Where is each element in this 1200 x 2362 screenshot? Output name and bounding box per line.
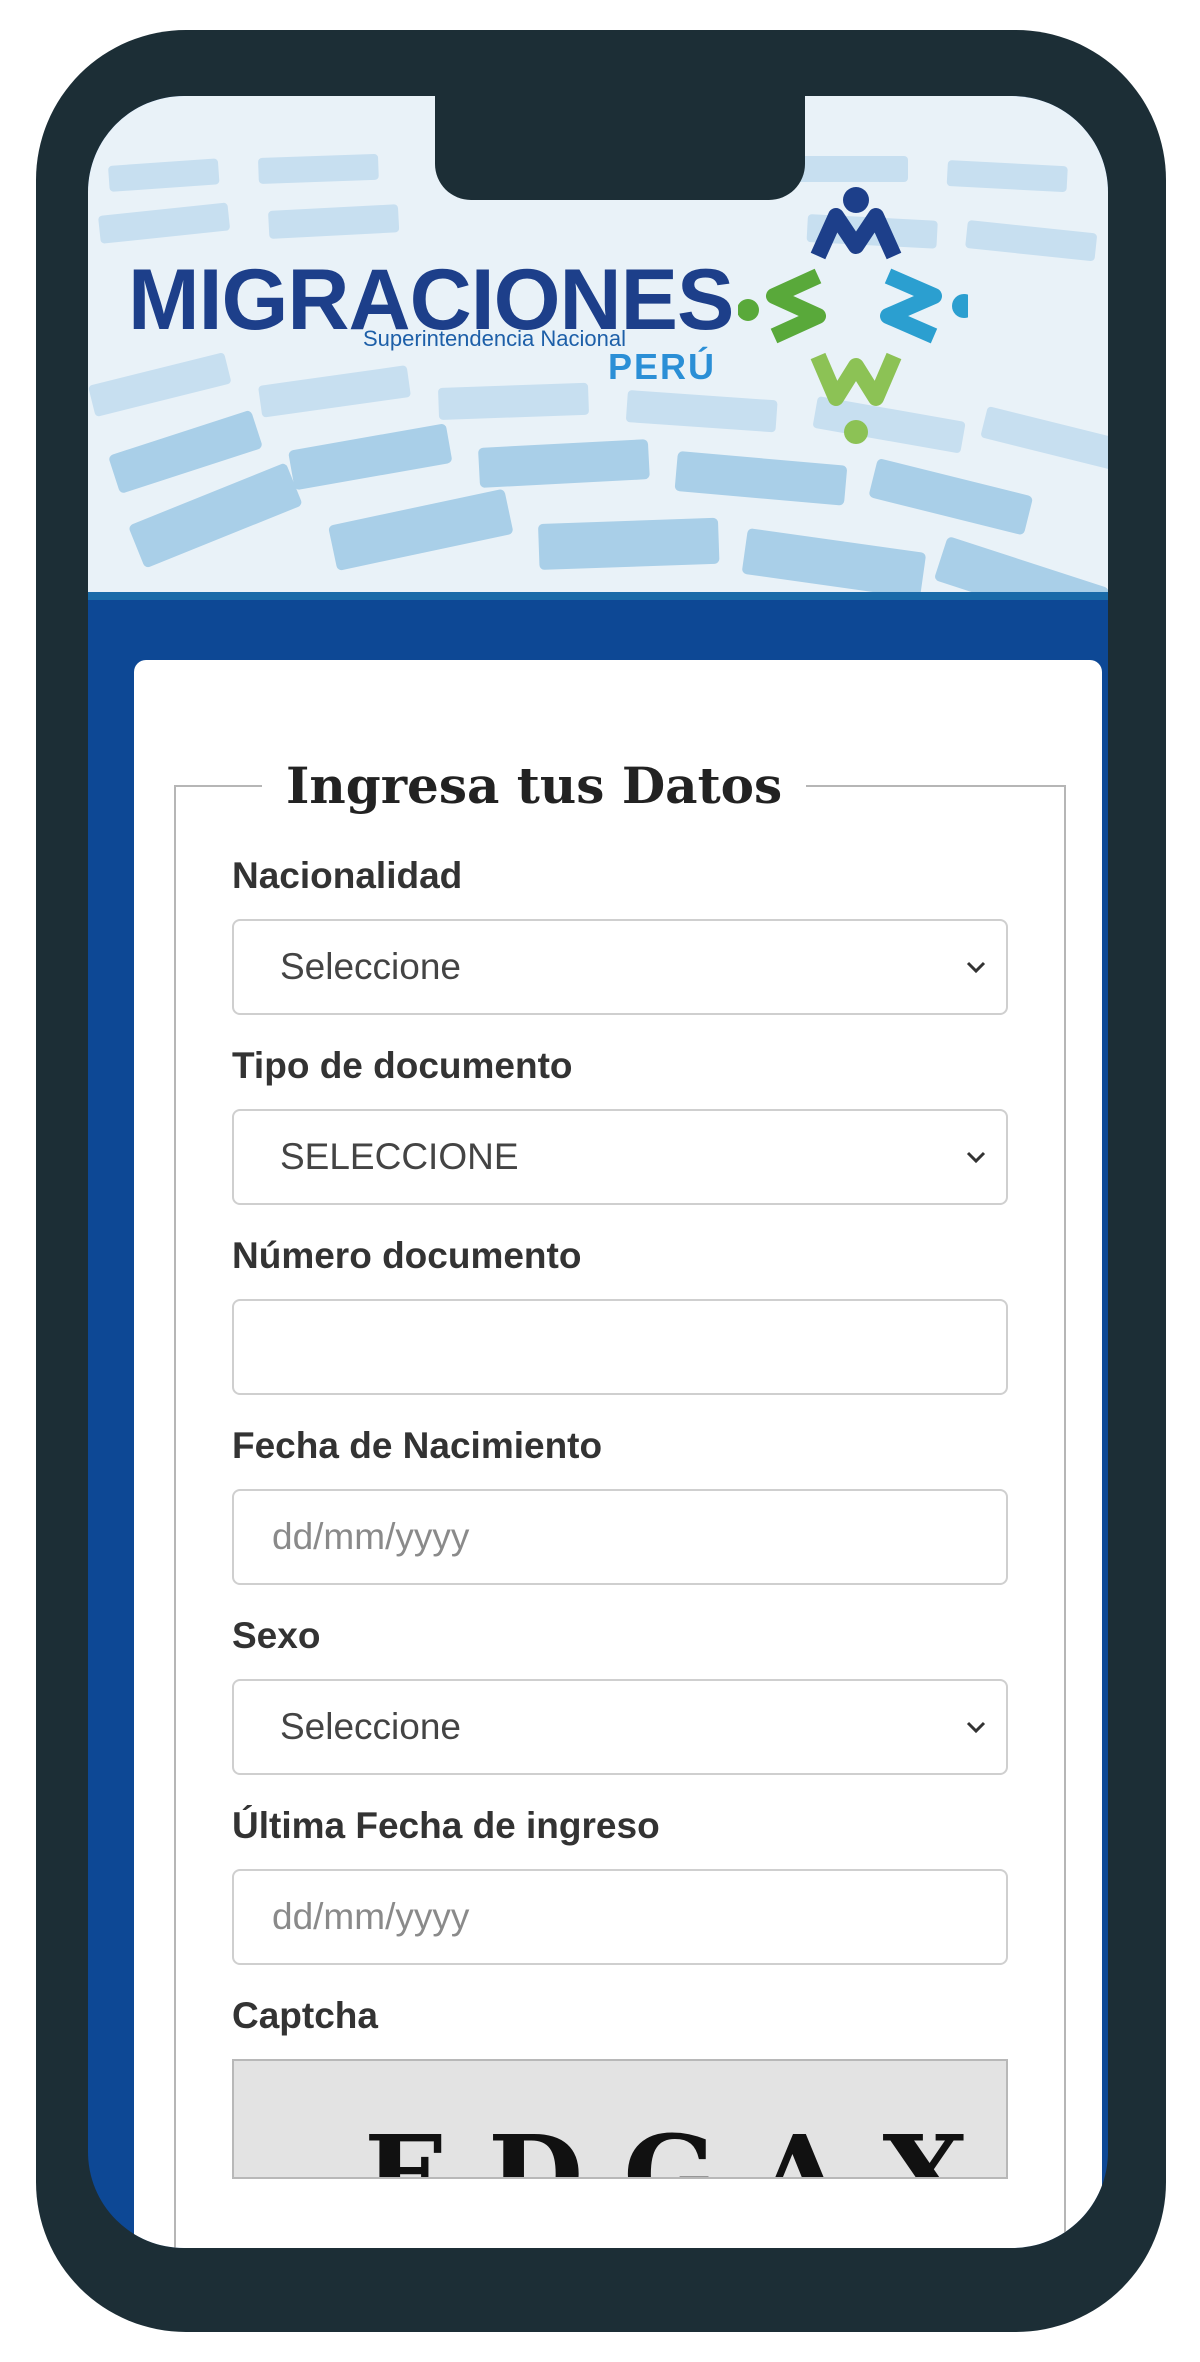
ultima-fecha-ingreso-input[interactable]: dd/mm/yyyy bbox=[232, 1869, 1008, 1965]
phone-screen: MIGRACIONES Superintendencia Nacional PE… bbox=[88, 96, 1108, 2248]
sexo-select[interactable]: Seleccione bbox=[232, 1679, 1008, 1775]
nacionalidad-select[interactable]: Seleccione bbox=[232, 919, 1008, 1015]
captcha-image: EDGAX bbox=[232, 2059, 1008, 2179]
chevron-down-icon bbox=[966, 961, 986, 974]
captcha-text: EDGAX bbox=[364, 2111, 1008, 2179]
logo-subtitle: Superintendencia Nacional bbox=[363, 326, 626, 351]
tipo-documento-label: Tipo de documento bbox=[232, 1045, 573, 1086]
field-nacionalidad: Nacionalidad Seleccione bbox=[232, 855, 1008, 1015]
form-legend: Ingresa tus Datos bbox=[286, 756, 783, 815]
field-fecha-nacimiento: Fecha de Nacimiento dd/mm/yyyy bbox=[232, 1425, 1008, 1585]
nacionalidad-label: Nacionalidad bbox=[232, 855, 463, 896]
numero-documento-label: Número documento bbox=[232, 1235, 582, 1276]
field-sexo: Sexo Seleccione bbox=[232, 1615, 1008, 1775]
chevron-down-icon bbox=[966, 1151, 986, 1164]
nacionalidad-value: Seleccione bbox=[280, 946, 462, 987]
field-tipo-documento: Tipo de documento SELECCIONE bbox=[232, 1045, 1008, 1205]
fecha-nacimiento-input[interactable]: dd/mm/yyyy bbox=[232, 1489, 1008, 1585]
numero-documento-input[interactable] bbox=[232, 1299, 1008, 1395]
migraciones-logo-icon bbox=[738, 187, 968, 444]
sexo-value: Seleccione bbox=[280, 1706, 462, 1747]
phone-notch bbox=[435, 96, 805, 200]
tipo-documento-select[interactable]: SELECCIONE bbox=[232, 1109, 1008, 1205]
chevron-down-icon bbox=[966, 1721, 986, 1734]
ultima-fecha-ingreso-label: Última Fecha de ingreso bbox=[232, 1805, 660, 1846]
data-entry-fieldset: Ingresa tus Datos Nacionalidad Seleccion… bbox=[174, 756, 1066, 2248]
fecha-nacimiento-label: Fecha de Nacimiento bbox=[232, 1425, 603, 1466]
field-ultima-fecha-ingreso: Última Fecha de ingreso dd/mm/yyyy bbox=[232, 1805, 1008, 1965]
field-captcha: Captcha EDGAX bbox=[232, 1995, 1008, 2179]
captcha-label: Captcha bbox=[232, 1995, 378, 2036]
field-numero-documento: Número documento bbox=[232, 1235, 1008, 1395]
ultima-fecha-ingreso-placeholder: dd/mm/yyyy bbox=[272, 1896, 470, 1937]
tipo-documento-value: SELECCIONE bbox=[280, 1136, 519, 1177]
sexo-label: Sexo bbox=[232, 1615, 321, 1656]
logo-country: PERÚ bbox=[608, 346, 717, 387]
form-card: Ingresa tus Datos Nacionalidad Seleccion… bbox=[134, 660, 1102, 2248]
fecha-nacimiento-placeholder: dd/mm/yyyy bbox=[272, 1516, 470, 1557]
header-divider bbox=[88, 592, 1108, 600]
